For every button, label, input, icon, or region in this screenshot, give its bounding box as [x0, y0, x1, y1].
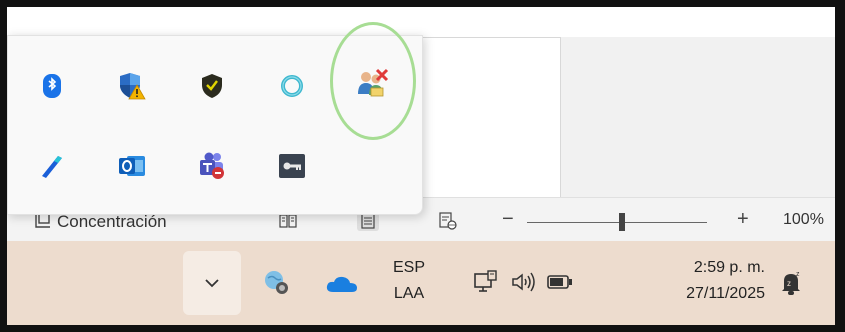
onedrive-tray-icon[interactable]: [325, 274, 359, 299]
ethernet-monitor-icon: [474, 270, 497, 292]
battery-icon: [547, 275, 572, 289]
notification-center-button[interactable]: z z: [780, 269, 804, 302]
clock-date: 27/11/2025: [686, 285, 765, 302]
web-layout-button[interactable]: [437, 211, 459, 231]
windows-security-warning-icon: [120, 73, 146, 100]
tray-item-pen-app[interactable]: [32, 146, 72, 186]
zoom-percentage[interactable]: 100%: [783, 211, 824, 229]
zoom-in-button[interactable]: +: [737, 208, 749, 231]
keyboard-layout-code: LAA: [393, 285, 425, 302]
outlook-icon: [119, 156, 145, 176]
tray-item-bluetooth[interactable]: [32, 66, 72, 106]
notification-bell-snooze-icon: z z: [782, 271, 800, 295]
language-code: ESP: [393, 259, 426, 276]
volume-tray-icon[interactable]: [510, 271, 538, 298]
system-clock[interactable]: 2:59 p. m. 27/11/2025: [629, 255, 765, 307]
network-status-icon[interactable]: [473, 269, 499, 300]
hidden-icons-popup: [7, 22, 423, 215]
teams-icon: [200, 152, 224, 179]
key-icon: [279, 154, 305, 178]
print-layout-icon: [361, 213, 375, 229]
tray-item-ring-app[interactable]: [272, 66, 312, 106]
document-side-panel: [560, 37, 835, 197]
tray-item-antivirus[interactable]: [192, 66, 232, 106]
screen-frame: Concentración − + 100% ESP LAA 2:59 p. m…: [7, 7, 835, 325]
bluetooth-icon: [43, 74, 61, 98]
clock-time: 2:59 p. m.: [693, 259, 765, 276]
focus-label-text: Concentración: [57, 212, 167, 231]
shield-check-icon: [202, 74, 222, 98]
network-globe-icon: [265, 271, 288, 294]
svg-text:z: z: [796, 271, 800, 278]
zoom-out-button[interactable]: −: [502, 208, 514, 231]
focus-icon: [35, 212, 51, 232]
svg-text:z: z: [787, 279, 791, 288]
read-mode-icon: [279, 214, 297, 228]
zoom-slider-track[interactable]: [527, 222, 707, 223]
web-layout-icon: [439, 212, 457, 230]
tray-item-windows-security[interactable]: [112, 66, 152, 106]
zoom-slider-thumb[interactable]: [619, 213, 625, 231]
windows-taskbar: ESP LAA 2:59 p. m. 27/11/2025 z z: [7, 241, 835, 325]
ring-app-icon: [281, 75, 303, 97]
show-hidden-icons-button[interactable]: [183, 251, 241, 315]
focus-mode-button[interactable]: Concentración: [35, 212, 167, 232]
highlight-annotation-ring: [330, 22, 416, 140]
tray-item-key-manager[interactable]: [272, 146, 312, 186]
pen-app-icon: [42, 156, 62, 178]
network-tray-icon[interactable]: [263, 269, 291, 302]
input-language-indicator[interactable]: ESP LAA: [393, 255, 425, 307]
battery-tray-icon[interactable]: [547, 275, 573, 294]
speaker-icon: [512, 272, 535, 292]
tray-item-outlook[interactable]: [112, 146, 152, 186]
onedrive-cloud-icon: [326, 276, 357, 292]
tray-item-teams[interactable]: [192, 146, 232, 186]
chevron-down-icon: [205, 279, 219, 288]
